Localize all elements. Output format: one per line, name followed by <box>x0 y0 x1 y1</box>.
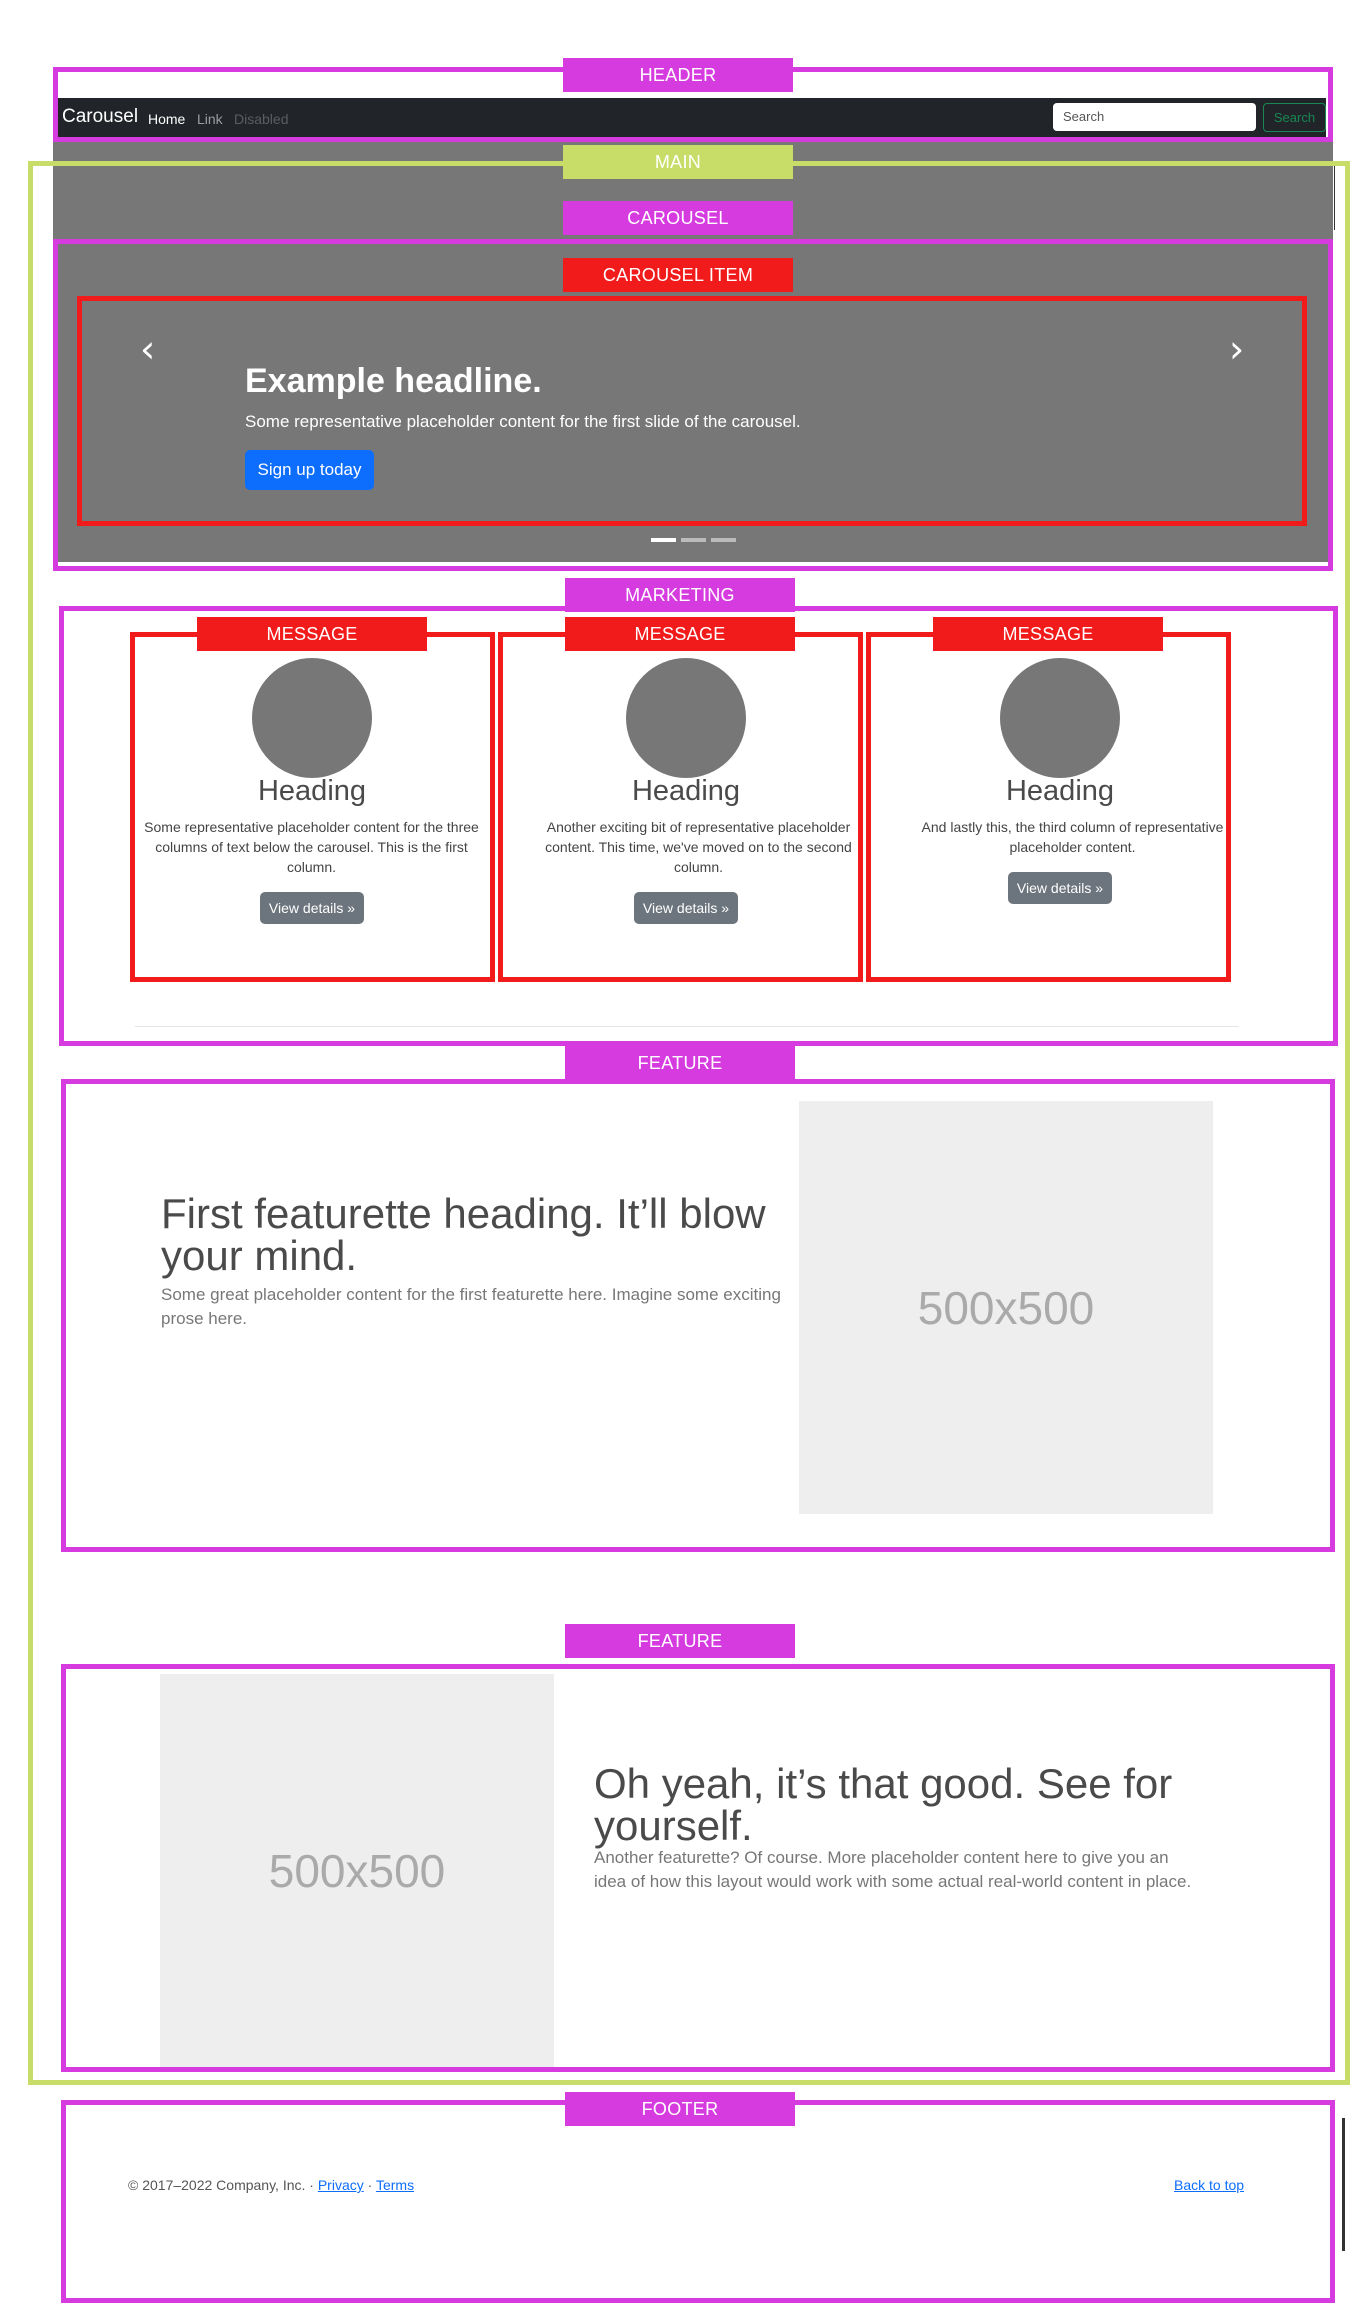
message-3-tag: MESSAGE <box>933 617 1163 651</box>
carousel-tag: CAROUSEL <box>563 201 793 235</box>
message-2-tag: MESSAGE <box>565 617 795 651</box>
carousel-item-tag: CAROUSEL ITEM <box>563 258 793 292</box>
footer-frame <box>61 2100 1335 2303</box>
feature-2-frame <box>61 1664 1335 2072</box>
main-tag: MAIN <box>563 145 793 179</box>
feature-1-frame <box>61 1079 1335 1552</box>
header-tag: HEADER <box>563 58 793 92</box>
feature-1-tag: FEATURE <box>565 1046 795 1080</box>
footer-tag: FOOTER <box>565 2092 795 2126</box>
feature-2-tag: FEATURE <box>565 1624 795 1658</box>
carousel-item-frame <box>77 296 1307 526</box>
message-1-frame <box>130 632 495 982</box>
scrollbar-thumb[interactable] <box>1342 2118 1345 2251</box>
message-1-tag: MESSAGE <box>197 617 427 651</box>
message-2-frame <box>498 632 863 982</box>
message-3-frame <box>866 632 1231 982</box>
marketing-tag: MARKETING <box>565 578 795 612</box>
